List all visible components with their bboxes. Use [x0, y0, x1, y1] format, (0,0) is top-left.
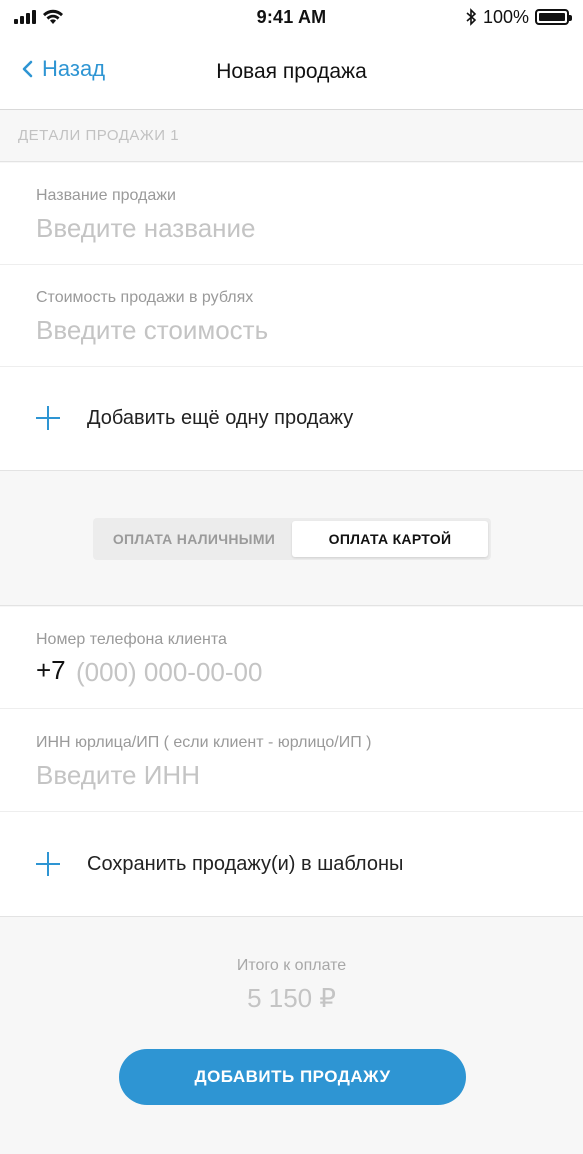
add-another-sale-button[interactable]: Добавить ещё одну продажу [0, 367, 583, 469]
phone-country-prefix: +7 [36, 655, 66, 685]
back-button-label: Назад [42, 56, 106, 81]
navigation-bar: Назад Новая продажа [0, 34, 583, 110]
sale-details-card: Название продажи Стоимость продажи в руб… [0, 163, 583, 470]
status-bar-left [14, 9, 214, 25]
back-button[interactable]: Назад [20, 56, 105, 82]
bluetooth-icon [466, 8, 477, 26]
battery-level [539, 13, 565, 21]
sale-price-input[interactable] [36, 313, 546, 347]
wifi-icon [43, 9, 63, 24]
total-label: Итого к оплате [236, 957, 347, 974]
sale-price-label: Стоимость продажи в рублях [36, 289, 254, 306]
plus-icon [36, 852, 60, 876]
sale-price-field: Стоимость продажи в рублях [0, 265, 583, 367]
save-to-templates-button[interactable]: Сохранить продажу(и) в шаблоны [0, 813, 583, 915]
payment-card-option[interactable]: ОПЛАТА КАРТОЙ [292, 521, 488, 557]
status-time: 9:41 AM [256, 6, 327, 27]
client-inn-input[interactable] [36, 758, 546, 792]
total-amount: 5 150 ₽ [247, 983, 336, 1013]
sale-name-label: Название продажи [36, 187, 176, 204]
sale-name-field: Название продажи [0, 163, 583, 265]
client-phone-input[interactable] [76, 655, 546, 689]
battery-percent: 100% [482, 6, 529, 27]
sale-name-input[interactable] [36, 211, 546, 245]
add-sale-button[interactable]: ДОБАВИТЬ ПРОДАЖУ [119, 1049, 466, 1105]
section-header: ДЕТАЛИ ПРОДАЖИ 1 [0, 110, 583, 162]
client-inn-label: ИНН юрлица/ИП ( если клиент - юрлицо/ИП … [36, 734, 372, 751]
status-bar: 9:41 AM 100% [0, 0, 583, 34]
chevron-left-icon [22, 60, 33, 78]
client-inn-field: ИНН юрлица/ИП ( если клиент - юрлицо/ИП … [0, 710, 583, 812]
payment-cash-option[interactable]: ОПЛАТА НАЛИЧНЫМИ [96, 521, 292, 557]
client-phone-field: Номер телефона клиента +7 [0, 607, 583, 709]
add-another-sale-label: Добавить ещё одну продажу [87, 406, 354, 429]
battery-icon [535, 9, 572, 25]
save-to-templates-label: Сохранить продажу(и) в шаблоны [87, 852, 404, 875]
client-phone-label: Номер телефона клиента [36, 631, 227, 648]
cellular-signal-icon [14, 10, 36, 24]
client-details-card: Номер телефона клиента +7 ИНН юрлица/ИП … [0, 607, 583, 916]
payment-type-section: ОПЛАТА НАЛИЧНЫМИ ОПЛАТА КАРТОЙ [0, 470, 583, 606]
payment-type-segmented-control: ОПЛАТА НАЛИЧНЫМИ ОПЛАТА КАРТОЙ [93, 518, 491, 560]
status-bar-right: 100% [369, 6, 572, 28]
total-section: Итого к оплате 5 150 ₽ ДОБАВИТЬ ПРОДАЖУ [0, 916, 583, 1154]
plus-icon [36, 406, 60, 430]
